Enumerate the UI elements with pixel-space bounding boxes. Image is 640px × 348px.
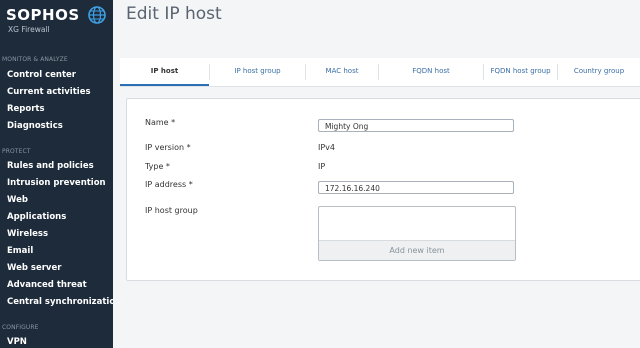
section-configure: CONFIGURE (2, 324, 39, 331)
sidebar-item-reports[interactable]: Reports (7, 104, 45, 114)
ip-host-group-label: IP host group (145, 206, 198, 215)
sidebar-item-vpn[interactable]: VPN (7, 337, 27, 347)
sidebar-item-current-activities[interactable]: Current activities (7, 87, 91, 97)
ip-address-field[interactable]: 172.16.16.240 (318, 181, 514, 194)
name-field[interactable]: Mighty Ong (318, 119, 514, 132)
sidebar-item-rules-and-policies[interactable]: Rules and policies (7, 161, 94, 171)
sidebar-item-advanced-threat[interactable]: Advanced threat (7, 280, 87, 290)
tab-fqdn-host-group[interactable]: FQDN host group (484, 58, 557, 86)
tab-ip-host[interactable]: IP host (120, 58, 209, 86)
ip-version-label: IP version * (145, 143, 191, 152)
brand[interactable]: SOPHOS XG Firewall (6, 6, 110, 34)
type-label: Type * (145, 162, 170, 171)
product-name: XG Firewall (8, 25, 50, 34)
sidebar-item-diagnostics[interactable]: Diagnostics (7, 121, 63, 131)
add-new-item-button[interactable]: Add new item (319, 240, 515, 260)
ip-address-label: IP address * (145, 180, 193, 189)
tab-country-group[interactable]: Country group (558, 58, 640, 86)
tab-bar: IP host IP host group MAC host FQDN host… (120, 58, 640, 87)
type-value: IP (318, 162, 326, 171)
tab-fqdn-host[interactable]: FQDN host (379, 58, 483, 86)
tab-mac-host[interactable]: MAC host (306, 58, 378, 86)
tab-ip-host-group[interactable]: IP host group (210, 58, 305, 86)
globe-icon (88, 6, 106, 24)
sidebar: SOPHOS XG Firewall MONITOR & ANALYZE Con… (0, 0, 113, 348)
section-monitor-analyze: MONITOR & ANALYZE (2, 56, 68, 63)
page-title: Edit IP host (126, 4, 222, 24)
sidebar-item-intrusion-prevention[interactable]: Intrusion prevention (7, 178, 106, 188)
brand-name: SOPHOS (6, 6, 80, 24)
sidebar-item-wireless[interactable]: Wireless (7, 229, 48, 239)
sidebar-item-central-synchronization[interactable]: Central synchronization (7, 297, 113, 307)
sidebar-item-applications[interactable]: Applications (7, 212, 66, 222)
sidebar-item-email[interactable]: Email (7, 246, 33, 256)
ip-version-value: IPv4 (318, 143, 336, 152)
name-label: Name * (145, 118, 176, 127)
sidebar-item-control-center[interactable]: Control center (7, 70, 76, 80)
section-protect: PROTECT (2, 148, 31, 155)
sidebar-item-web[interactable]: Web (7, 195, 28, 205)
ip-host-group-list[interactable]: Add new item (318, 206, 516, 261)
sidebar-item-web-server[interactable]: Web server (7, 263, 61, 273)
